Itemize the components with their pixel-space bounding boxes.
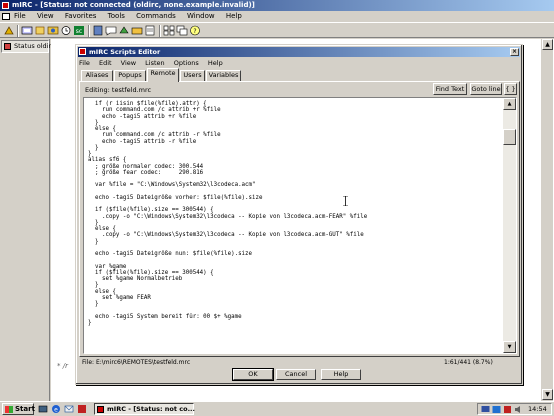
switchbar: Status oldirc bbox=[0, 39, 55, 401]
find-text-button[interactable]: Find Text bbox=[433, 83, 467, 95]
scroll-down-icon[interactable]: ▼ bbox=[542, 389, 553, 400]
app-title: mIRC - [Status: not connected (oldirc, n… bbox=[12, 1, 255, 9]
scripts-editor-icon[interactable]: sc bbox=[73, 25, 85, 36]
brace-match-button[interactable]: { } bbox=[504, 83, 517, 95]
cascade-windows-icon[interactable] bbox=[176, 25, 188, 36]
system-tray: 14:54 bbox=[477, 403, 552, 415]
editor-scroll-thumb[interactable] bbox=[503, 128, 516, 145]
send-file-icon[interactable] bbox=[60, 25, 72, 36]
antivirus-icon[interactable] bbox=[492, 405, 501, 414]
address-book-icon[interactable] bbox=[92, 25, 104, 36]
svg-text:sc: sc bbox=[76, 28, 82, 35]
editing-file-label: Editing: testfeld.mrc bbox=[85, 86, 152, 94]
app-toolbar: sc ? bbox=[0, 22, 554, 38]
dcc-chat-icon[interactable] bbox=[105, 25, 117, 36]
logs-icon[interactable] bbox=[144, 25, 156, 36]
tab-users[interactable]: Users bbox=[180, 70, 205, 81]
app-menubar: File View Favorites Tools Commands Windo… bbox=[0, 11, 554, 22]
file-path-label: File: E:\mirc6\REMOTES\testfeld.mrc bbox=[82, 359, 191, 366]
mirc-quicklaunch-icon[interactable] bbox=[77, 404, 87, 414]
windows-flag-icon bbox=[5, 406, 13, 413]
menu-window[interactable]: Window bbox=[187, 12, 215, 20]
volume-icon[interactable] bbox=[514, 405, 523, 414]
menu-file[interactable]: File bbox=[14, 12, 26, 20]
menu-view[interactable]: View bbox=[37, 12, 54, 20]
svg-text:e: e bbox=[54, 407, 58, 414]
mirc-tray-icon[interactable] bbox=[503, 405, 512, 414]
network-icon[interactable] bbox=[481, 405, 490, 414]
status-window-icon bbox=[4, 43, 11, 50]
channels-list-icon[interactable] bbox=[47, 25, 59, 36]
dialog-title: mIRC Scripts Editor bbox=[89, 48, 161, 56]
dialog-menu-file[interactable]: File bbox=[79, 59, 90, 67]
scroll-up-icon[interactable]: ▲ bbox=[542, 39, 553, 50]
switchbar-item-status[interactable]: Status oldirc bbox=[1, 40, 55, 53]
menu-help[interactable]: Help bbox=[226, 12, 242, 20]
status-window-scrollbar[interactable]: ▲ ▼ bbox=[540, 39, 553, 401]
help-icon[interactable]: ? bbox=[189, 25, 201, 36]
text-cursor-icon bbox=[343, 196, 348, 206]
start-label: Start bbox=[15, 405, 35, 413]
taskbar-clock: 14:54 bbox=[528, 405, 547, 413]
editor-status-row: File: E:\mirc6\REMOTES\testfeld.mrc 1:61… bbox=[79, 358, 520, 368]
dialog-menu-view[interactable]: View bbox=[121, 59, 136, 67]
dialog-menu-edit[interactable]: Edit bbox=[99, 59, 112, 67]
dialog-menu-options[interactable]: Options bbox=[174, 59, 199, 67]
favorites-icon[interactable] bbox=[34, 25, 46, 36]
script-code-editor[interactable]: if (r iisin $file(%file).attr) { run com… bbox=[83, 97, 517, 354]
script-code-text[interactable]: if (r iisin $file(%file).attr) { run com… bbox=[88, 101, 498, 326]
tab-remote[interactable]: Remote bbox=[147, 68, 179, 82]
menu-favorites[interactable]: Favorites bbox=[65, 12, 97, 20]
editor-scroll-down-icon[interactable]: ▼ bbox=[503, 341, 516, 353]
svg-text:?: ? bbox=[193, 28, 196, 35]
ok-button[interactable]: OK bbox=[233, 369, 273, 380]
dialog-menu-listen[interactable]: Listen bbox=[145, 59, 164, 67]
menu-tools[interactable]: Tools bbox=[108, 12, 125, 20]
connect-icon[interactable] bbox=[3, 25, 15, 36]
app-titlebar: mIRC - [Status: not connected (oldirc, n… bbox=[0, 0, 554, 11]
editor-vertical-scrollbar[interactable]: ▲ ▼ bbox=[503, 98, 516, 353]
dcc-send-icon[interactable] bbox=[118, 25, 130, 36]
options-icon[interactable] bbox=[21, 25, 33, 36]
editor-tabs: Aliases Popups Remote Users Variables bbox=[79, 68, 519, 82]
dialog-menu-help[interactable]: Help bbox=[208, 59, 223, 67]
switchbar-item-label: Status oldirc bbox=[14, 42, 55, 50]
code-line[interactable]: } bbox=[88, 320, 498, 326]
mdi-window-icon[interactable] bbox=[2, 13, 10, 20]
received-files-icon[interactable] bbox=[131, 25, 143, 36]
internet-explorer-icon[interactable]: e bbox=[51, 404, 61, 414]
close-icon[interactable]: × bbox=[510, 48, 519, 56]
menu-commands[interactable]: Commands bbox=[136, 12, 176, 20]
status-window-text: * /r bbox=[57, 362, 68, 370]
scripts-editor-dialog: mIRC Scripts Editor × File Edit View Lis… bbox=[75, 44, 523, 385]
windows-taskbar: Start e mIRC - [Status: not co... 14:54 bbox=[0, 401, 554, 416]
tab-popups[interactable]: Popups bbox=[114, 70, 146, 81]
tab-aliases[interactable]: Aliases bbox=[81, 70, 113, 81]
dialog-menubar: File Edit View Listen Options Help bbox=[79, 58, 519, 68]
show-desktop-icon[interactable] bbox=[38, 404, 48, 414]
help-button[interactable]: Help bbox=[321, 369, 361, 380]
mirc-task-icon bbox=[97, 406, 104, 413]
dialog-titlebar[interactable]: mIRC Scripts Editor × bbox=[78, 47, 520, 57]
mirc-app-icon bbox=[2, 2, 9, 9]
cursor-position-label: 1:61/441 (8.7%) bbox=[444, 359, 493, 366]
taskbar-mirc-button[interactable]: mIRC - [Status: not co... bbox=[94, 403, 195, 415]
start-button[interactable]: Start bbox=[2, 403, 35, 415]
dialog-app-icon bbox=[79, 48, 86, 55]
tab-variables[interactable]: Variables bbox=[206, 70, 241, 81]
editor-scroll-up-icon[interactable]: ▲ bbox=[503, 98, 516, 110]
goto-line-button[interactable]: Goto line bbox=[470, 83, 502, 95]
cancel-button[interactable]: Cancel bbox=[276, 369, 316, 380]
outlook-express-icon[interactable] bbox=[64, 404, 74, 414]
remote-tab-panel: Editing: testfeld.mrc Find Text Goto lin… bbox=[79, 81, 520, 357]
tile-windows-icon[interactable] bbox=[163, 25, 175, 36]
taskbar-mirc-label: mIRC - [Status: not co... bbox=[107, 405, 195, 413]
